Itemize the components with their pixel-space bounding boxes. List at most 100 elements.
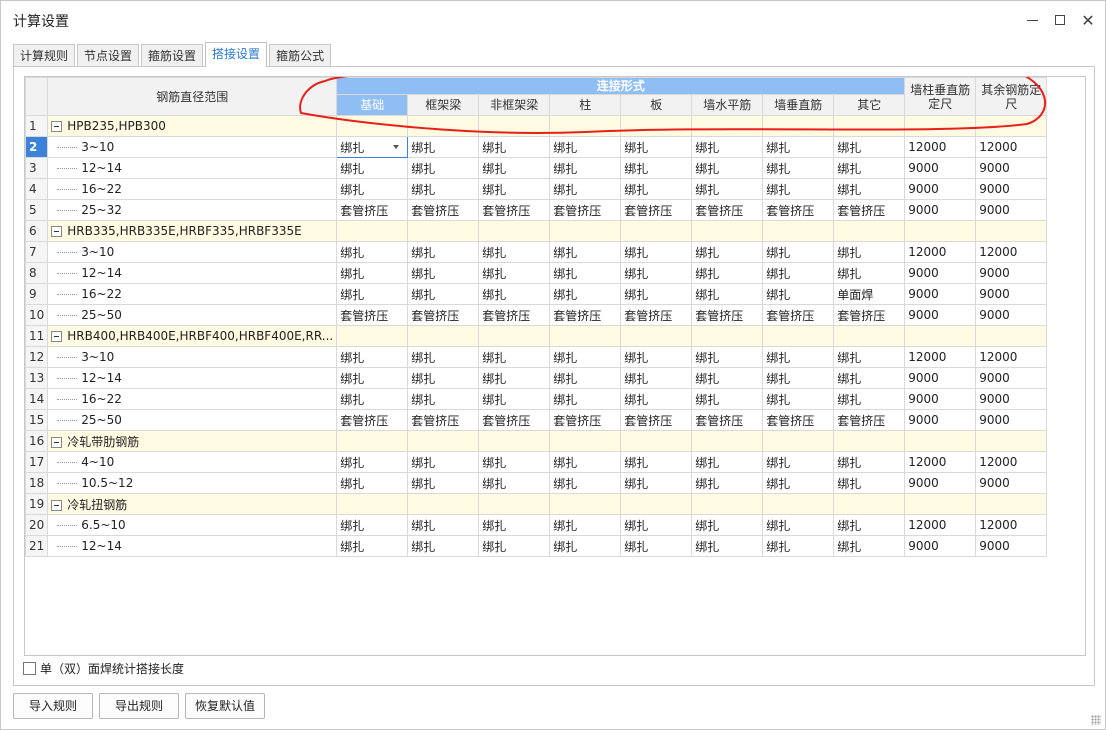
connection-type-cell[interactable]: 绑扎 xyxy=(478,157,551,179)
connection-type-cell[interactable]: 绑扎 xyxy=(833,178,906,200)
connection-type-cell[interactable]: 套管挤压 xyxy=(336,199,409,221)
connection-type-cell[interactable]: 绑扎 xyxy=(336,514,409,536)
wall-column-length-cell[interactable]: 9000 xyxy=(904,178,977,200)
connection-type-cell[interactable]: 套管挤压 xyxy=(336,409,409,431)
range-cell[interactable]: 16~22 xyxy=(47,388,338,410)
connection-type-cell[interactable]: 绑扎 xyxy=(336,346,409,368)
connection-type-cell[interactable]: 绑扎 xyxy=(549,367,622,389)
connection-type-dropdown[interactable]: 绑扎 xyxy=(336,136,409,158)
connection-type-cell[interactable]: 套管挤压 xyxy=(620,199,693,221)
connection-type-cell[interactable]: 绑扎 xyxy=(478,472,551,494)
connection-type-cell[interactable]: 绑扎 xyxy=(549,178,622,200)
col-header-type-4[interactable]: 板 xyxy=(620,94,693,116)
group-row[interactable]: 6 HRB335,HRB335E,HRBF335,HRBF335E xyxy=(25,220,1048,242)
group-name-cell[interactable]: 冷轧扭钢筋 xyxy=(47,493,338,515)
connection-type-cell[interactable]: 绑扎 xyxy=(762,262,835,284)
connection-type-cell[interactable]: 绑扎 xyxy=(691,136,764,158)
connection-type-cell[interactable]: 绑扎 xyxy=(478,451,551,473)
group-name-cell[interactable]: HRB335,HRB335E,HRBF335,HRBF335E xyxy=(47,220,338,242)
connection-type-cell[interactable]: 绑扎 xyxy=(620,178,693,200)
connection-type-cell[interactable]: 绑扎 xyxy=(549,262,622,284)
connection-type-cell[interactable]: 绑扎 xyxy=(691,178,764,200)
col-header-type-1[interactable]: 框架梁 xyxy=(407,94,480,116)
range-cell[interactable]: 12~14 xyxy=(47,535,338,557)
connection-type-cell[interactable]: 绑扎 xyxy=(620,367,693,389)
col-header-range[interactable]: 钢筋直径范围 xyxy=(47,77,338,116)
group-row[interactable]: 11 HRB400,HRB400E,HRBF400,HRBF400E,RR... xyxy=(25,325,1048,347)
connection-type-cell[interactable]: 套管挤压 xyxy=(478,409,551,431)
row-number[interactable]: 20 xyxy=(25,514,49,536)
wall-column-length-cell[interactable]: 9000 xyxy=(904,157,977,179)
wall-column-length-cell[interactable]: 9000 xyxy=(904,472,977,494)
connection-type-cell[interactable]: 套管挤压 xyxy=(478,199,551,221)
connection-type-cell[interactable]: 绑扎 xyxy=(691,283,764,305)
other-length-cell[interactable]: 9000 xyxy=(975,199,1048,221)
table-row[interactable]: 17 4~10 绑扎 绑扎 绑扎 绑扎 绑扎 绑扎 绑扎 绑扎 12000 12000 xyxy=(25,451,1048,473)
connection-type-cell[interactable]: 绑扎 xyxy=(336,262,409,284)
connection-type-cell[interactable]: 绑扎 xyxy=(336,157,409,179)
other-length-cell[interactable]: 9000 xyxy=(975,409,1048,431)
connection-type-cell[interactable]: 套管挤压 xyxy=(762,304,835,326)
connection-type-cell[interactable]: 绑扎 xyxy=(549,283,622,305)
table-row[interactable]: 7 3~10 绑扎 绑扎 绑扎 绑扎 绑扎 绑扎 绑扎 绑扎 12000 12000 xyxy=(25,241,1048,263)
connection-type-cell[interactable]: 绑扎 xyxy=(762,136,835,158)
connection-type-cell[interactable]: 绑扎 xyxy=(549,388,622,410)
connection-type-cell[interactable]: 绑扎 xyxy=(336,241,409,263)
connection-type-cell[interactable]: 套管挤压 xyxy=(620,409,693,431)
wall-column-length-cell[interactable]: 12000 xyxy=(904,136,977,158)
connection-type-cell[interactable]: 绑扎 xyxy=(691,388,764,410)
maximize-button[interactable] xyxy=(1046,7,1074,33)
connection-type-cell[interactable]: 绑扎 xyxy=(833,451,906,473)
connection-type-cell[interactable]: 绑扎 xyxy=(833,136,906,158)
wall-column-length-cell[interactable]: 9000 xyxy=(904,367,977,389)
connection-type-cell[interactable]: 绑扎 xyxy=(549,241,622,263)
connection-type-cell[interactable]: 绑扎 xyxy=(407,367,480,389)
wall-column-length-cell[interactable]: 12000 xyxy=(904,346,977,368)
tab-3[interactable]: 搭接设置 xyxy=(205,42,268,67)
connection-type-cell[interactable]: 绑扎 xyxy=(407,451,480,473)
row-number[interactable]: 6 xyxy=(25,220,49,242)
other-length-cell[interactable]: 9000 xyxy=(975,367,1048,389)
dropdown-arrow-icon[interactable] xyxy=(393,145,400,149)
wall-column-length-cell[interactable]: 9000 xyxy=(904,388,977,410)
connection-type-cell[interactable]: 绑扎 xyxy=(833,535,906,557)
weld-checkbox[interactable] xyxy=(23,661,36,675)
table-row[interactable]: 10 25~50 套管挤压 套管挤压 套管挤压 套管挤压 套管挤压 套管挤压 套管挤压 套管挤压 9… xyxy=(25,304,1048,326)
other-length-cell[interactable]: 12000 xyxy=(975,241,1048,263)
row-number[interactable]: 7 xyxy=(25,241,49,263)
group-row[interactable]: 1 HPB235,HPB300 xyxy=(25,115,1048,137)
range-cell[interactable]: 16~22 xyxy=(47,178,338,200)
wall-column-length-cell[interactable]: 9000 xyxy=(904,304,977,326)
connection-type-cell[interactable]: 绑扎 xyxy=(478,535,551,557)
row-number[interactable]: 3 xyxy=(25,157,49,179)
wall-column-length-cell[interactable]: 9000 xyxy=(904,262,977,284)
connection-type-cell[interactable]: 绑扎 xyxy=(620,346,693,368)
group-row[interactable]: 16 冷轧带肋钢筋 xyxy=(25,430,1048,452)
import-rules-button[interactable]: 导入规则 xyxy=(13,693,93,719)
connection-type-cell[interactable]: 绑扎 xyxy=(691,472,764,494)
connection-type-cell[interactable]: 绑扎 xyxy=(407,178,480,200)
range-cell[interactable]: 12~14 xyxy=(47,157,338,179)
col-header-type-2[interactable]: 非框架梁 xyxy=(478,94,551,116)
connection-type-cell[interactable]: 绑扎 xyxy=(336,367,409,389)
tab-4[interactable]: 箍筋公式 xyxy=(269,44,332,67)
connection-type-cell[interactable]: 套管挤压 xyxy=(478,304,551,326)
row-number[interactable]: 5 xyxy=(25,199,49,221)
connection-type-cell[interactable]: 绑扎 xyxy=(478,178,551,200)
col-header-type-0[interactable]: 基础 xyxy=(336,94,409,116)
other-length-cell[interactable]: 12000 xyxy=(975,136,1048,158)
connection-type-cell[interactable]: 绑扎 xyxy=(478,241,551,263)
group-name-cell[interactable]: 冷轧带肋钢筋 xyxy=(47,430,338,452)
col-header-wall-column-length[interactable]: 墙柱垂直筋定尺 xyxy=(904,77,977,116)
connection-type-cell[interactable]: 绑扎 xyxy=(549,136,622,158)
weld-option[interactable]: 单（双）面焊统计搭接长度 xyxy=(23,660,184,676)
connection-type-cell[interactable]: 绑扎 xyxy=(620,388,693,410)
connection-type-cell[interactable]: 绑扎 xyxy=(478,262,551,284)
connection-type-cell[interactable]: 绑扎 xyxy=(407,535,480,557)
connection-type-cell[interactable]: 绑扎 xyxy=(833,388,906,410)
connection-type-cell[interactable]: 绑扎 xyxy=(549,535,622,557)
table-row[interactable]: 18 10.5~12 绑扎 绑扎 绑扎 绑扎 绑扎 绑扎 绑扎 绑扎 9000 9000 xyxy=(25,472,1048,494)
resize-grip-icon[interactable] xyxy=(1091,715,1101,725)
range-cell[interactable]: 3~10 xyxy=(47,241,338,263)
connection-type-cell[interactable]: 绑扎 xyxy=(407,388,480,410)
